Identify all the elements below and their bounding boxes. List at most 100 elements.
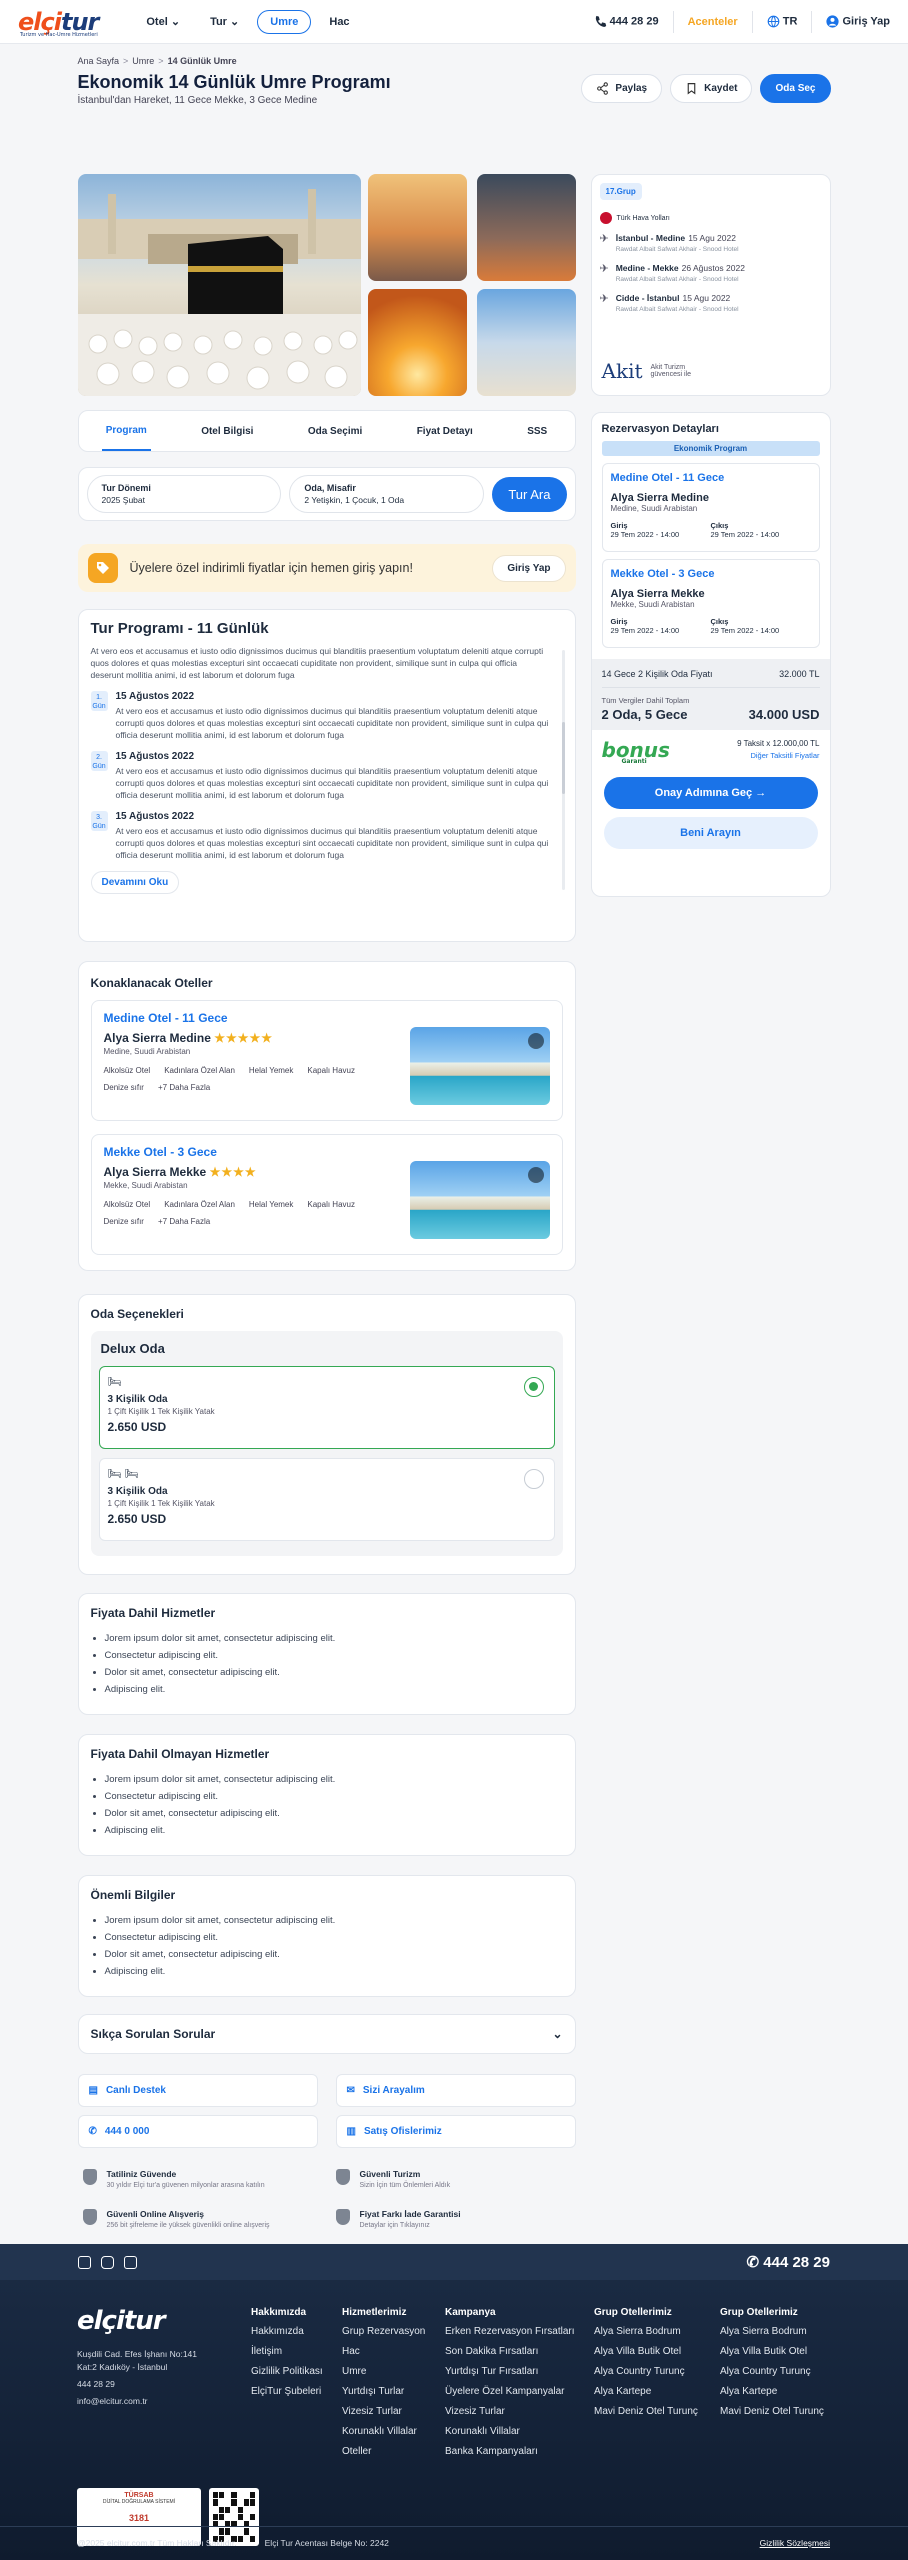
phone-button[interactable]: ✆ 444 0 000 [77, 2115, 318, 2148]
included-services: Fiyata Dahil Hizmetler Jorem ipsum dolor… [77, 1593, 576, 1715]
footer-columns: Hakkımızda Hakkımızda İletişim Gizlilik Pol… [251, 2307, 824, 2457]
tab-fiyat-detayi[interactable]: Fiyat Detayı [413, 413, 477, 450]
confirm-step-button[interactable]: Onay Adımına Geç → [603, 777, 818, 809]
live-support-button[interactable]: ▤ Canlı Destek [77, 2074, 318, 2107]
price-summary: 14 Gece 2 Kişilik Oda Fiyatı 32.000 TL Tü… [591, 659, 830, 730]
hotel-photo[interactable] [409, 1027, 550, 1105]
zoom-icon[interactable] [527, 1033, 544, 1049]
tab-sss[interactable]: SSS [523, 413, 551, 450]
reservation-details: Rezervasyon Detayları Ekonomik Program M… [590, 412, 831, 897]
member-promo: Üyelere özel indirimli fiyatlar için hem… [77, 544, 576, 592]
tour-search: Tur Dönemi 2025 Şubat Oda, Misafir 2 Yetiş… [77, 467, 576, 521]
nav-umre[interactable]: Umre [257, 9, 312, 34]
reservation-hotel: Mekke Otel - 3 Gece Alya Sierra Mekke Mekk… [601, 559, 820, 648]
room-radio[interactable] [523, 1469, 544, 1489]
room-radio[interactable] [523, 1377, 544, 1397]
trust-item: Güvenli Online Alışveriş 256 bit şifrelem… [82, 2209, 333, 2229]
facebook-icon[interactable] [78, 2255, 91, 2269]
program-day: 1. Gün 15 Ağustos 2022 At vero eos et accus… [90, 691, 549, 740]
tag-icon [87, 553, 118, 583]
tour-period-field[interactable]: Tur Dönemi 2025 Şubat [86, 475, 282, 513]
photo-gallery [77, 174, 576, 396]
call-me-back-button[interactable]: Beni Arayın [603, 817, 818, 849]
sunset-minaret-photo[interactable] [367, 289, 467, 396]
mail-icon: ✉ [346, 2085, 355, 2096]
room-type-title: Delux Oda [100, 1341, 165, 1356]
room-type-group: Delux Oda 🛏 3 Kişilik Oda 1 Çift Kişilik … [90, 1331, 563, 1556]
header-phone[interactable]: 444 28 29 [594, 15, 659, 28]
agencies-link[interactable]: Acenteler [688, 16, 738, 28]
akit-guarantee: Akit Akit Turizm güvencesi ile [601, 359, 691, 383]
select-room-button[interactable]: Oda Seç [760, 74, 831, 103]
room-option[interactable]: 🛏 🛏 3 Kişilik Oda 1 Çift Kişilik 1 Tek Ki… [98, 1458, 555, 1541]
mecca-night-photo[interactable] [476, 174, 576, 281]
installment-info: bonus Garanti 9 Taksit x 12.000,00 TL Diğe… [601, 738, 820, 765]
faq-accordion[interactable]: Sıkça Sorulan Sorular ⌄ [77, 2014, 576, 2054]
zoom-icon[interactable] [527, 1167, 544, 1183]
other-installments-link[interactable]: Diğer Taksitli Fiyatlar [750, 751, 819, 760]
hotel-photo[interactable] [409, 1161, 550, 1239]
share-button[interactable]: Paylaş [581, 74, 663, 103]
breadcrumb-umre[interactable]: Umre [132, 56, 154, 66]
nav-hac[interactable]: Hac [317, 11, 361, 33]
program-day: 3. Gün 15 Ağustos 2022 At vero eos et accus… [90, 811, 549, 860]
user-icon [826, 15, 840, 28]
room-option[interactable]: 🛏 3 Kişilik Oda 1 Çift Kişilik 1 Tek Kişi… [98, 1366, 555, 1449]
footer-phone[interactable]: ✆ 444 28 29 [747, 2253, 830, 2271]
room-guest-field[interactable]: Oda, Misafir 2 Yetişkin, 1 Çocuk, 1 Oda [289, 475, 485, 513]
privacy-link[interactable]: Gizlilik Sözleşmesi [760, 2538, 830, 2548]
medina-mosque-photo[interactable] [476, 289, 576, 396]
room-options-title: Oda Seçenekleri [90, 1307, 184, 1321]
star-rating: ★★★★★ [214, 1031, 274, 1045]
breadcrumb-home[interactable]: Ana Sayfa [78, 56, 120, 66]
phone-icon: ✆ [88, 2126, 97, 2137]
flight-leg: ✈ Medine - Mekke 26 Ağustos 2022 Rawdat Al… [599, 263, 745, 283]
program-tabs: Program Otel Bilgisi Oda Seçimi Fiyat De… [77, 410, 576, 452]
save-button[interactable]: Kaydet [670, 74, 753, 103]
nav-otel[interactable]: Otel ⌄ [134, 10, 192, 33]
site-logo[interactable]: elçitur Turizm ve Hac-Umre Hizmetleri [18, 8, 99, 38]
amenities: Alkolsüz Otel Kadınlara Özel Alan Helal Ye… [103, 1200, 355, 1226]
nav-tur[interactable]: Tur ⌄ [198, 10, 251, 33]
login-button[interactable]: Giriş Yap [826, 15, 890, 28]
sales-offices-button[interactable]: ▥ Satış Ofislerimiz [335, 2115, 576, 2148]
bed-icon: 🛏 [107, 1376, 122, 1388]
tab-oda-secimi[interactable]: Oda Seçimi [304, 413, 366, 450]
flight-ticket: 17.Grup Türk Hava Yolları ✈ İstanbul - Me… [590, 174, 831, 396]
divider [672, 10, 674, 33]
tab-program[interactable]: Program [101, 412, 151, 451]
program-scrollbar[interactable] [561, 650, 565, 890]
secure-globe-icon [82, 2209, 97, 2225]
linkedin-icon[interactable] [124, 2255, 137, 2269]
header-right: 444 28 29 Acenteler TR Giriş Yap [594, 10, 890, 33]
program-title: Tur Programı - 11 Günlük [90, 620, 269, 637]
program-type-badge: Ekonomik Program [601, 441, 820, 456]
shield-icon [82, 2169, 97, 2185]
phone-icon [595, 15, 606, 27]
bed-icon: 🛏 🛏 [107, 1468, 139, 1480]
trust-item[interactable]: Fiyat Farkı İade Garantisi Detaylar için … [335, 2209, 586, 2229]
page: elçitur Turizm ve Hac-Umre Hizmetleri Ote… [0, 0, 908, 2560]
plane-icon: ✈ [599, 263, 609, 275]
tab-otel-bilgisi[interactable]: Otel Bilgisi [197, 413, 257, 450]
prayer-photo[interactable] [367, 174, 467, 281]
important-info: Önemli Bilgiler Jorem ipsum dolor sit am… [77, 1875, 576, 1997]
hotel-card-mekke[interactable]: Mekke Otel - 3 Gece Alya Sierra Mekke ★★… [90, 1134, 563, 1255]
tour-search-button[interactable]: Tur Ara [492, 476, 567, 512]
chat-icon: ▤ [88, 2085, 98, 2096]
amenities: Alkolsüz Otel Kadınlara Özel Alan Helal Ye… [103, 1066, 355, 1092]
promo-login-button[interactable]: Giriş Yap [492, 554, 566, 582]
flight-leg: ✈ İstanbul - Medine 15 Agu 2022 Rawdat Alb… [599, 233, 739, 253]
promo-text: Üyelere özel indirimli fiyatlar için hem… [129, 561, 413, 575]
bookmark-icon [687, 83, 696, 95]
instagram-icon[interactable] [101, 2255, 114, 2269]
read-more-button[interactable]: Devamını Oku [90, 871, 180, 894]
hotel-card-medine[interactable]: Medine Otel - 11 Gece Alya Sierra Medine… [90, 1000, 563, 1121]
bonus-card-logo: bonus Garanti [601, 738, 670, 765]
breadcrumb: Ana Sayfa > Umre >14 Günlük Umre [77, 56, 237, 66]
page-actions: Paylaş Kaydet Oda Seç [581, 74, 831, 103]
language-selector[interactable]: TR [767, 15, 797, 28]
call-me-button[interactable]: ✉ Sizi Arayalım [335, 2074, 576, 2107]
total-price: 34.000 USD [748, 707, 820, 722]
kaaba-photo[interactable] [77, 174, 361, 396]
